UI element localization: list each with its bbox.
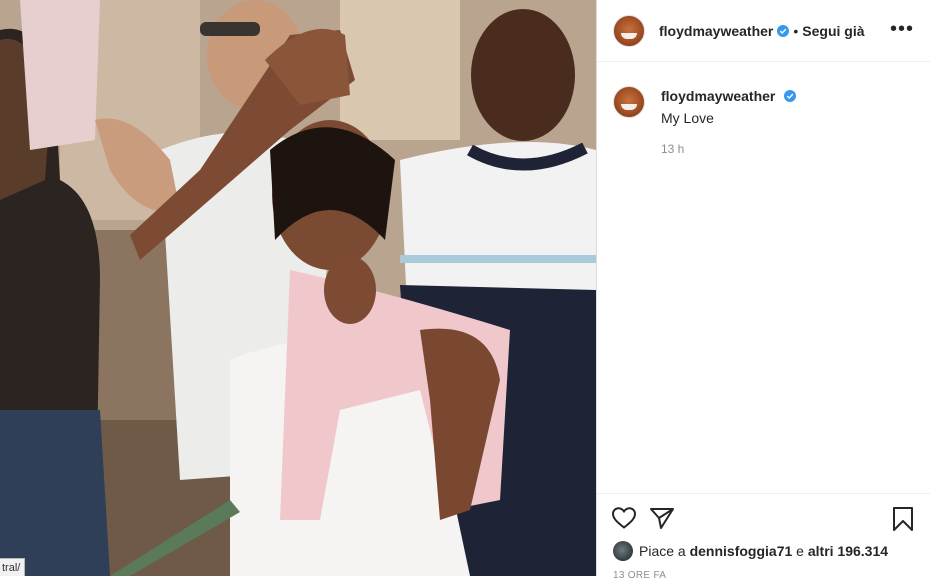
action-buttons-row bbox=[611, 506, 917, 532]
bookmark-icon[interactable] bbox=[891, 506, 915, 532]
post-photo[interactable]: tral/ bbox=[0, 0, 596, 576]
likes-others[interactable]: altri 196.314 bbox=[808, 543, 888, 559]
caption-comment: floydmayweather My Love 13 h bbox=[597, 62, 930, 156]
liker-avatar[interactable] bbox=[613, 541, 633, 561]
share-icon[interactable] bbox=[649, 506, 675, 530]
caption-timestamp[interactable]: 13 h bbox=[661, 142, 796, 156]
post-actions: Piace a dennisfoggia71 e altri 196.314 1… bbox=[597, 493, 930, 581]
heart-icon[interactable] bbox=[611, 506, 637, 530]
more-options-icon[interactable]: ••• bbox=[890, 19, 914, 39]
caption-body: floydmayweather My Love 13 h bbox=[661, 88, 796, 156]
post-caption: My Love bbox=[661, 110, 714, 126]
photo-illustration bbox=[0, 0, 596, 576]
author-avatar[interactable] bbox=[613, 14, 645, 47]
author-username[interactable]: floydmayweather bbox=[659, 23, 773, 39]
verified-badge-icon bbox=[777, 24, 790, 37]
likes-joiner: e bbox=[796, 543, 804, 559]
caption-author-avatar[interactable] bbox=[613, 86, 645, 118]
following-button[interactable]: Segui già bbox=[802, 23, 864, 39]
likes-summary: Piace a dennisfoggia71 e altri 196.314 bbox=[613, 541, 888, 561]
liker-username[interactable]: dennisfoggia71 bbox=[690, 543, 793, 559]
likes-prefix: Piace a bbox=[639, 543, 686, 559]
header-separator: • bbox=[793, 22, 799, 39]
caption-author-username[interactable]: floydmayweather bbox=[661, 88, 775, 104]
post-header: floydmayweather • Segui già ••• bbox=[597, 0, 930, 62]
post-side-panel: floydmayweather • Segui già ••• floydmay… bbox=[596, 0, 930, 581]
verified-badge-icon bbox=[783, 90, 796, 102]
browser-url-fragment: tral/ bbox=[0, 558, 26, 576]
